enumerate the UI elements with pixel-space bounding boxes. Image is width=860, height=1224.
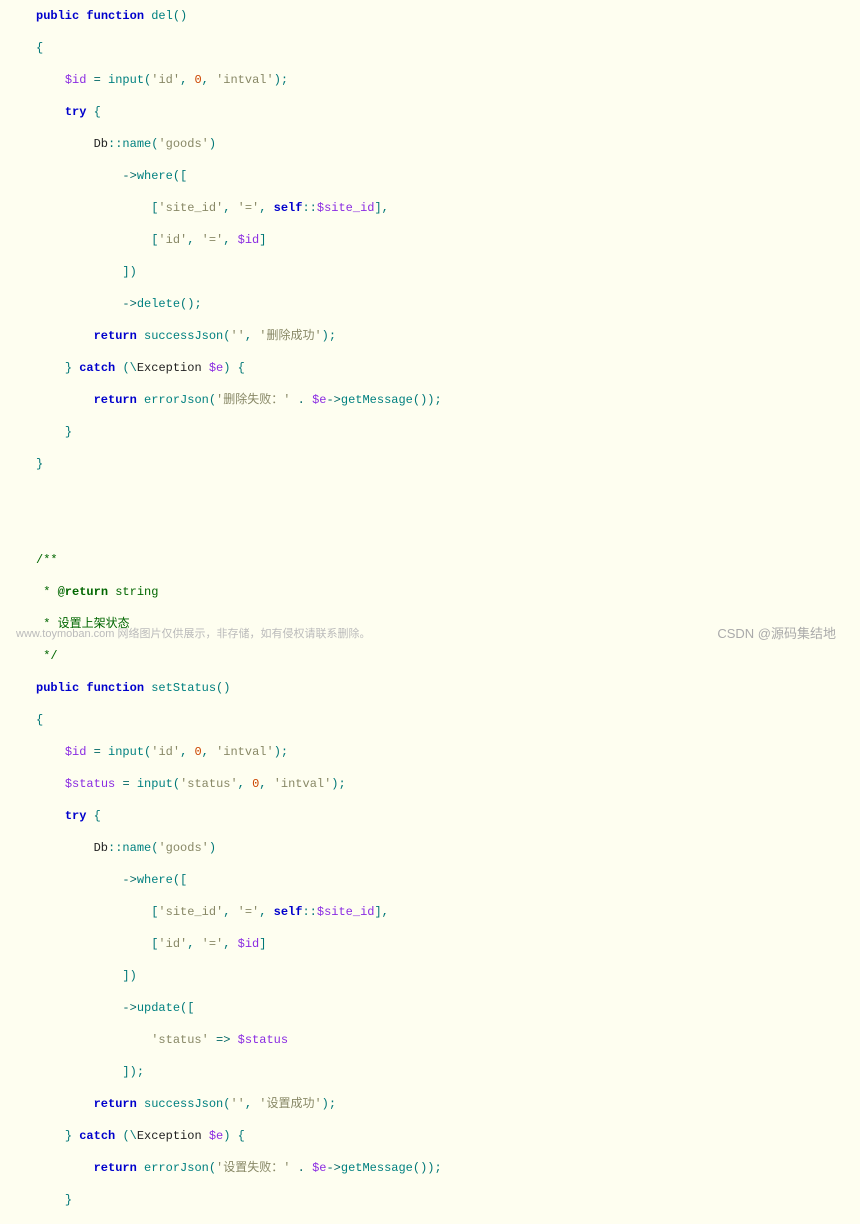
code-line: */: [0, 648, 860, 664]
code-line: return successJson('', '设置成功');: [0, 1096, 860, 1112]
code-line: [0, 520, 860, 536]
code-line: return errorJson('设置失败：' . $e->getMessag…: [0, 1160, 860, 1176]
code-line: {: [0, 40, 860, 56]
watermark-left: www.toymoban.com 网络图片仅供展示，非存储，如有侵权请联系删除。: [16, 626, 370, 642]
code-line: $id = input('id', 0, 'intval');: [0, 744, 860, 760]
code-line: ->update([: [0, 1000, 860, 1016]
code-line: }: [0, 456, 860, 472]
code-line: ]);: [0, 1064, 860, 1080]
code-line: ->where([: [0, 872, 860, 888]
code-line: public function setStatus(): [0, 680, 860, 696]
code-line: [0, 488, 860, 504]
code-line: Db::name('goods'): [0, 136, 860, 152]
code-line: 'status' => $status: [0, 1032, 860, 1048]
code-line: ['site_id', '=', self::$site_id],: [0, 200, 860, 216]
code-line: $status = input('status', 0, 'intval');: [0, 776, 860, 792]
code-line: return successJson('', '删除成功');: [0, 328, 860, 344]
code-line: } catch (\Exception $e) {: [0, 360, 860, 376]
code-line: Db::name('goods'): [0, 840, 860, 856]
code-line: * @return string: [0, 584, 860, 600]
code-line: /**: [0, 552, 860, 568]
watermark-right: CSDN @源码集结地: [717, 626, 836, 642]
code-line: try {: [0, 808, 860, 824]
code-line: } catch (\Exception $e) {: [0, 1128, 860, 1144]
code-line: try {: [0, 104, 860, 120]
code-line: }: [0, 424, 860, 440]
code-line: ['id', '=', $id]: [0, 936, 860, 952]
code-line: $id = input('id', 0, 'intval');: [0, 72, 860, 88]
code-line: ->where([: [0, 168, 860, 184]
code-line: ->delete();: [0, 296, 860, 312]
code-line: ['id', '=', $id]: [0, 232, 860, 248]
code-block: public function del() { $id = input('id'…: [0, 8, 860, 1224]
code-line: ]): [0, 968, 860, 984]
code-line: }: [0, 1192, 860, 1208]
code-line: ]): [0, 264, 860, 280]
code-line: ['site_id', '=', self::$site_id],: [0, 904, 860, 920]
code-line: return errorJson('删除失败：' . $e->getMessag…: [0, 392, 860, 408]
code-line: public function del(): [0, 8, 860, 24]
code-line: {: [0, 712, 860, 728]
